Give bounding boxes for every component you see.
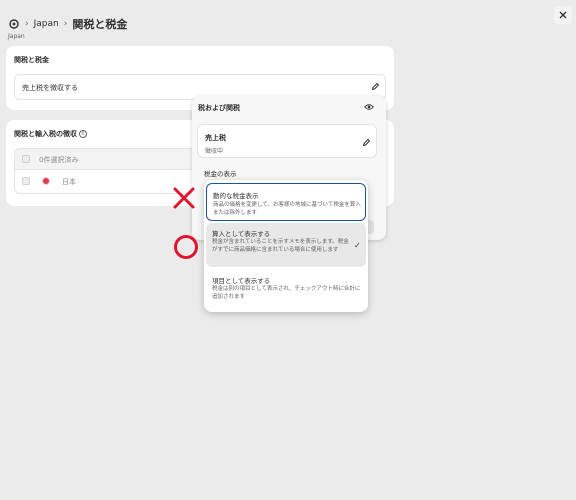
sales-tax-label: 売上税: [205, 134, 226, 142]
panel-title: 税および関税: [198, 104, 240, 112]
collect-sales-tax-label: 売上税を徴収する: [22, 84, 78, 92]
edit-pencil-icon[interactable]: [371, 82, 380, 91]
sales-tax-status: 徴収中: [205, 148, 224, 155]
breadcrumb-separator: ›: [63, 19, 68, 29]
breadcrumb: › Japan › 関税と税金: [8, 16, 127, 32]
selected-count-text: 0件選択済み: [39, 156, 79, 164]
row-checkbox[interactable]: [22, 177, 30, 185]
breadcrumb-link-japan[interactable]: Japan: [34, 19, 59, 29]
import-duties-title-text: 関税と輸入税の徴収: [14, 130, 77, 138]
option-description: 商品の価格を変更して、お客様の地域に基づいて税金を算入または除外します: [213, 202, 361, 217]
option-title: 動的な税金表示: [213, 192, 259, 200]
option-dynamic-tax[interactable]: 動的な税金表示 商品の価格を変更して、お客様の地域に基づいて税金を算入または除外…: [206, 183, 366, 221]
duties-taxes-card-title: 関税と税金: [14, 56, 49, 64]
option-show-included[interactable]: 算入として表示する 税金が含まれていることを示すメモを表示します。税金がすでに商…: [206, 223, 366, 267]
option-description: 税金は別の項目として表示され、チェックアウト時に合計に追加されます: [212, 286, 361, 301]
page-title: 関税と税金: [72, 18, 128, 31]
tax-display-dropdown: 動的な税金表示 商品の価格を変更して、お客様の地域に基づいて税金を算入または除外…: [204, 180, 368, 312]
close-button[interactable]: [554, 6, 572, 24]
page-subtitle: Japan: [8, 33, 25, 40]
option-title: 算入として表示する: [212, 230, 271, 238]
option-show-separate[interactable]: 項目として表示する 税金は別の項目として表示され、チェックアウト時に合計に追加さ…: [206, 270, 366, 308]
settings-gear-icon[interactable]: [8, 18, 20, 30]
tax-display-label: 税金の表示: [204, 170, 237, 178]
wrong-cross-icon: [173, 187, 195, 209]
option-description: 税金が含まれていることを示すメモを表示します。税金がすでに商品価格に含まれている…: [212, 239, 349, 254]
eye-icon[interactable]: [364, 103, 374, 111]
close-icon: [559, 11, 567, 19]
checkmark-icon: ✓: [354, 241, 361, 250]
japan-flag-icon: [42, 177, 50, 185]
select-all-checkbox[interactable]: [22, 155, 30, 163]
import-duties-card-title: 関税と輸入税の徴収 i: [14, 129, 87, 139]
correct-circle-icon: [174, 235, 198, 259]
sales-tax-box: 売上税 徴収中: [197, 124, 377, 158]
country-name: 日本: [62, 178, 76, 186]
edit-pencil-icon[interactable]: [362, 138, 371, 147]
info-icon[interactable]: i: [79, 130, 87, 138]
option-title: 項目として表示する: [212, 277, 271, 285]
breadcrumb-separator: ›: [25, 19, 29, 29]
